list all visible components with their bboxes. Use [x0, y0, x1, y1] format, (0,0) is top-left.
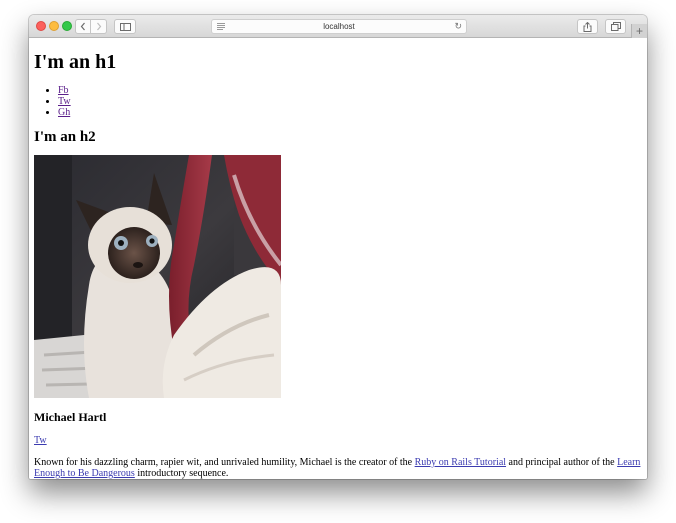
bio-text: Known for his dazzling charm, rapier wit…: [34, 457, 415, 468]
cat-photo: [34, 155, 281, 398]
list-item: Tw: [58, 96, 642, 107]
sidebar-button[interactable]: [114, 19, 136, 34]
page-h2: I'm an h2: [34, 129, 96, 145]
reload-icon[interactable]: ↻: [454, 21, 462, 32]
forward-button[interactable]: [91, 19, 107, 34]
twitter-paragraph: Tw: [34, 435, 642, 446]
zoom-window-button[interactable]: [62, 21, 72, 31]
github-link[interactable]: Gh: [58, 107, 70, 118]
author-twitter-link[interactable]: Tw: [34, 435, 47, 446]
tabs-overview-button[interactable]: [605, 19, 626, 34]
twitter-link[interactable]: Tw: [58, 96, 71, 107]
share-icon: [583, 21, 592, 32]
address-text: localhost: [323, 22, 355, 31]
web-page: I'm an h1 Fb Tw Gh I'm an h2: [29, 38, 647, 479]
new-tab-button[interactable]: +: [631, 24, 647, 38]
address-bar[interactable]: localhost ↻: [211, 19, 467, 34]
rails-tutorial-link[interactable]: Ruby on Rails Tutorial: [415, 457, 506, 468]
sidebar-icon: [119, 22, 131, 31]
list-item: Gh: [58, 107, 642, 118]
facebook-link[interactable]: Fb: [58, 85, 69, 96]
page-h1: I'm an h1: [34, 51, 117, 73]
page-content: I'm an h1 Fb Tw Gh I'm an h2: [34, 38, 642, 479]
author-name: Michael Hartl: [34, 410, 107, 424]
bio-text: and principal author of the: [506, 457, 618, 468]
social-links-list: Fb Tw Gh: [34, 85, 642, 118]
browser-window: localhost ↻ + I'm an h1 Fb Tw Gh I'm an …: [29, 15, 647, 479]
plus-icon: +: [635, 24, 643, 38]
share-button[interactable]: [577, 19, 598, 34]
chevron-right-icon: [96, 22, 101, 31]
bio-text: introductory sequence.: [134, 468, 229, 479]
tabs-icon: [610, 22, 621, 31]
list-item: Fb: [58, 85, 642, 96]
minimize-window-button[interactable]: [49, 21, 59, 31]
author-bio: Known for his dazzling charm, rapier wit…: [34, 457, 642, 479]
back-button[interactable]: [75, 19, 91, 34]
browser-toolbar: localhost ↻ +: [29, 15, 647, 38]
chevron-left-icon: [80, 22, 85, 31]
close-window-button[interactable]: [36, 21, 46, 31]
